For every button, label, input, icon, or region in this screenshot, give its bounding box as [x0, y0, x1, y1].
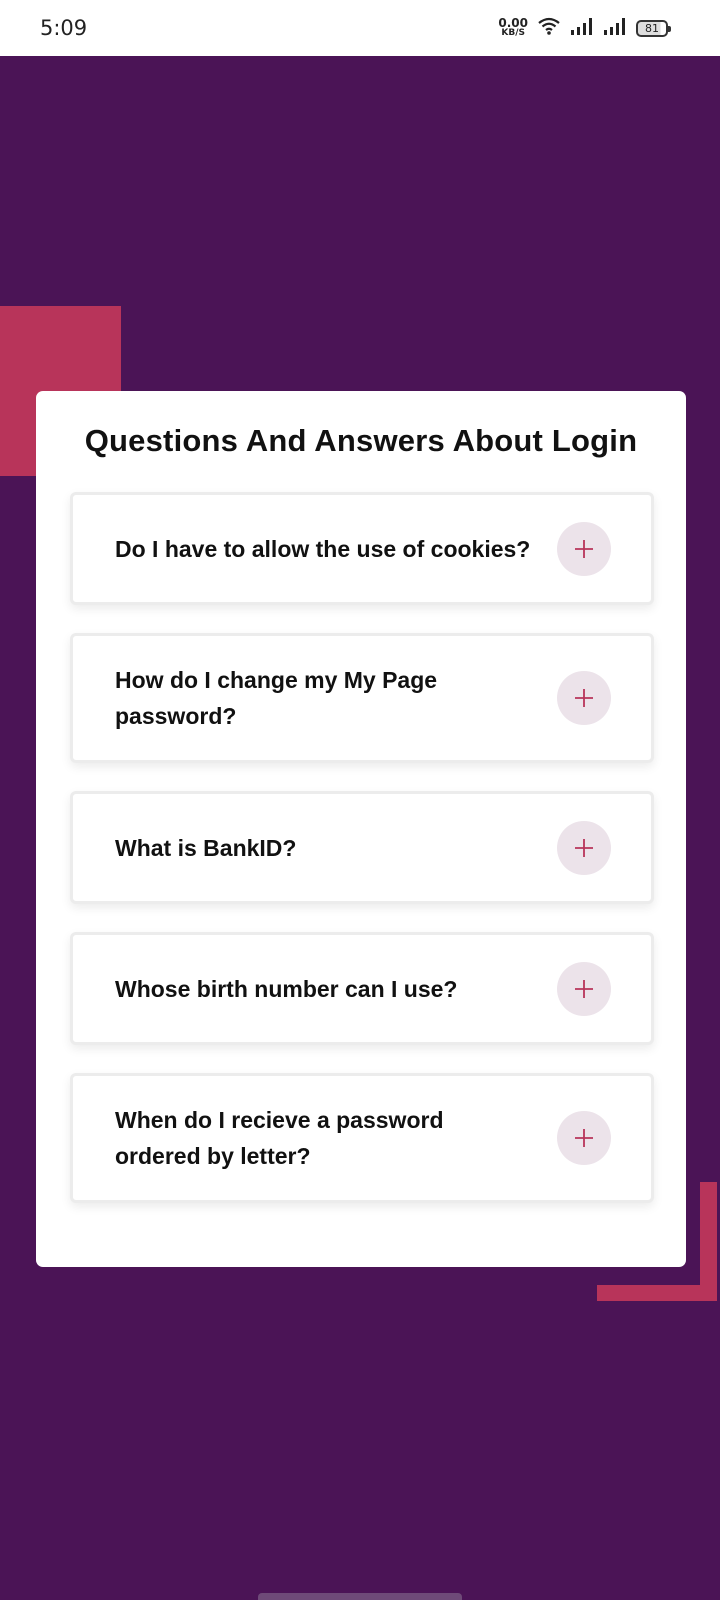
- expand-button[interactable]: [557, 521, 611, 576]
- network-speed-value: 0.00: [498, 16, 528, 30]
- expand-button[interactable]: [557, 820, 611, 875]
- signal-icon: [570, 17, 594, 40]
- expand-button[interactable]: [557, 671, 611, 725]
- status-time: 5:09: [40, 16, 88, 40]
- wifi-icon: [537, 17, 561, 40]
- faq-question: Whose birth number can I use?: [115, 975, 458, 1002]
- faq-item-bankid[interactable]: What is BankID?: [70, 791, 654, 904]
- plus-icon: [575, 539, 593, 558]
- faq-question: When do I recieve a password ordered by …: [115, 1107, 444, 1169]
- faq-item-password-letter[interactable]: When do I recieve a password ordered by …: [70, 1073, 654, 1203]
- faq-list: Do I have to allow the use of cookies? H…: [70, 492, 654, 1203]
- network-speed-unit: KB/S: [501, 28, 525, 38]
- faq-item-change-password[interactable]: How do I change my My Page password?: [70, 633, 654, 763]
- battery-icon: 81: [636, 19, 671, 37]
- faq-question: What is BankID?: [115, 834, 297, 861]
- home-indicator[interactable]: [258, 1593, 462, 1600]
- faq-question: How do I change my My Page password?: [115, 667, 438, 729]
- status-bar: 5:09 0.00 KB/S 81: [0, 0, 720, 56]
- faq-item-birth-number[interactable]: Whose birth number can I use?: [70, 932, 654, 1045]
- expand-button[interactable]: [557, 961, 611, 1016]
- status-icons: 0.00 KB/S 81: [498, 16, 671, 40]
- network-speed: 0.00 KB/S: [498, 16, 528, 38]
- page-title: Questions And Answers About Login: [84, 423, 638, 458]
- plus-icon: [575, 1129, 593, 1147]
- signal-icon: [603, 17, 627, 40]
- plus-icon: [575, 689, 593, 707]
- faq-card: Questions And Answers About Login Do I h…: [36, 391, 686, 1267]
- plus-icon: [575, 838, 593, 857]
- plus-icon: [575, 979, 593, 998]
- expand-button[interactable]: [557, 1111, 611, 1165]
- faq-question: Do I have to allow the use of cookies?: [115, 535, 531, 562]
- faq-item-cookies[interactable]: Do I have to allow the use of cookies?: [70, 492, 654, 605]
